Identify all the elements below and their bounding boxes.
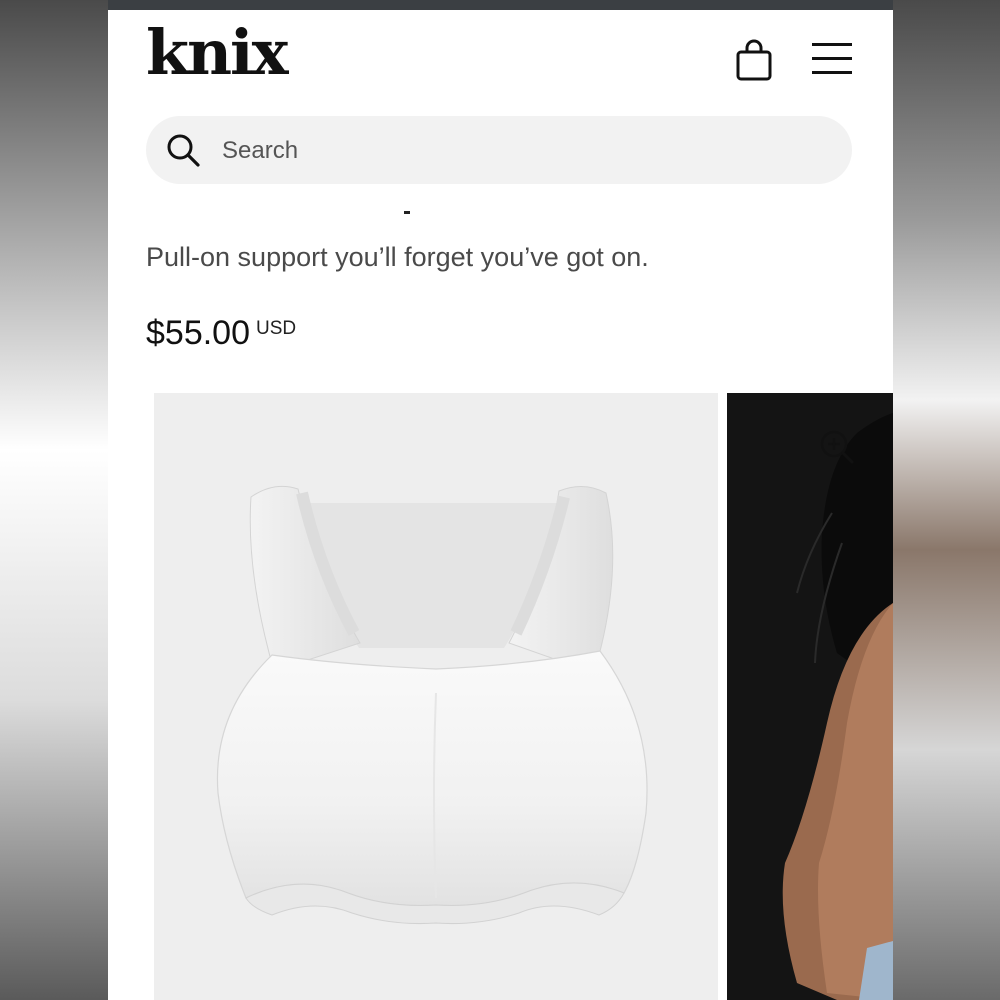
- product-price: $55.00: [146, 314, 250, 352]
- product-tagline: Pull-on support you’ll forget you’ve got…: [146, 242, 649, 272]
- cart-button[interactable]: [734, 38, 774, 82]
- search-bar[interactable]: [146, 116, 852, 184]
- hamburger-menu-icon: [812, 43, 852, 74]
- blurred-background-right: [893, 0, 1000, 1000]
- price-currency: USD: [256, 318, 297, 339]
- blurred-background-left: [0, 0, 108, 1000]
- phone-screen: knix Pull-on support you’ll forget you’v…: [108, 0, 893, 1000]
- brand-logo[interactable]: knix: [146, 22, 289, 84]
- cut-off-heading-fragment: [404, 211, 410, 214]
- shopping-bag-icon: [736, 39, 772, 81]
- zoom-button[interactable]: [817, 427, 857, 467]
- model-photo-image: [727, 393, 893, 1000]
- menu-button[interactable]: [810, 40, 854, 76]
- product-image-main[interactable]: [154, 393, 718, 1000]
- status-bar: [108, 0, 893, 10]
- product-image-model[interactable]: [727, 393, 893, 1000]
- zoom-in-icon: [820, 430, 854, 464]
- search-icon[interactable]: [165, 132, 201, 168]
- search-input[interactable]: [220, 134, 824, 168]
- bra-product-image: [216, 485, 648, 925]
